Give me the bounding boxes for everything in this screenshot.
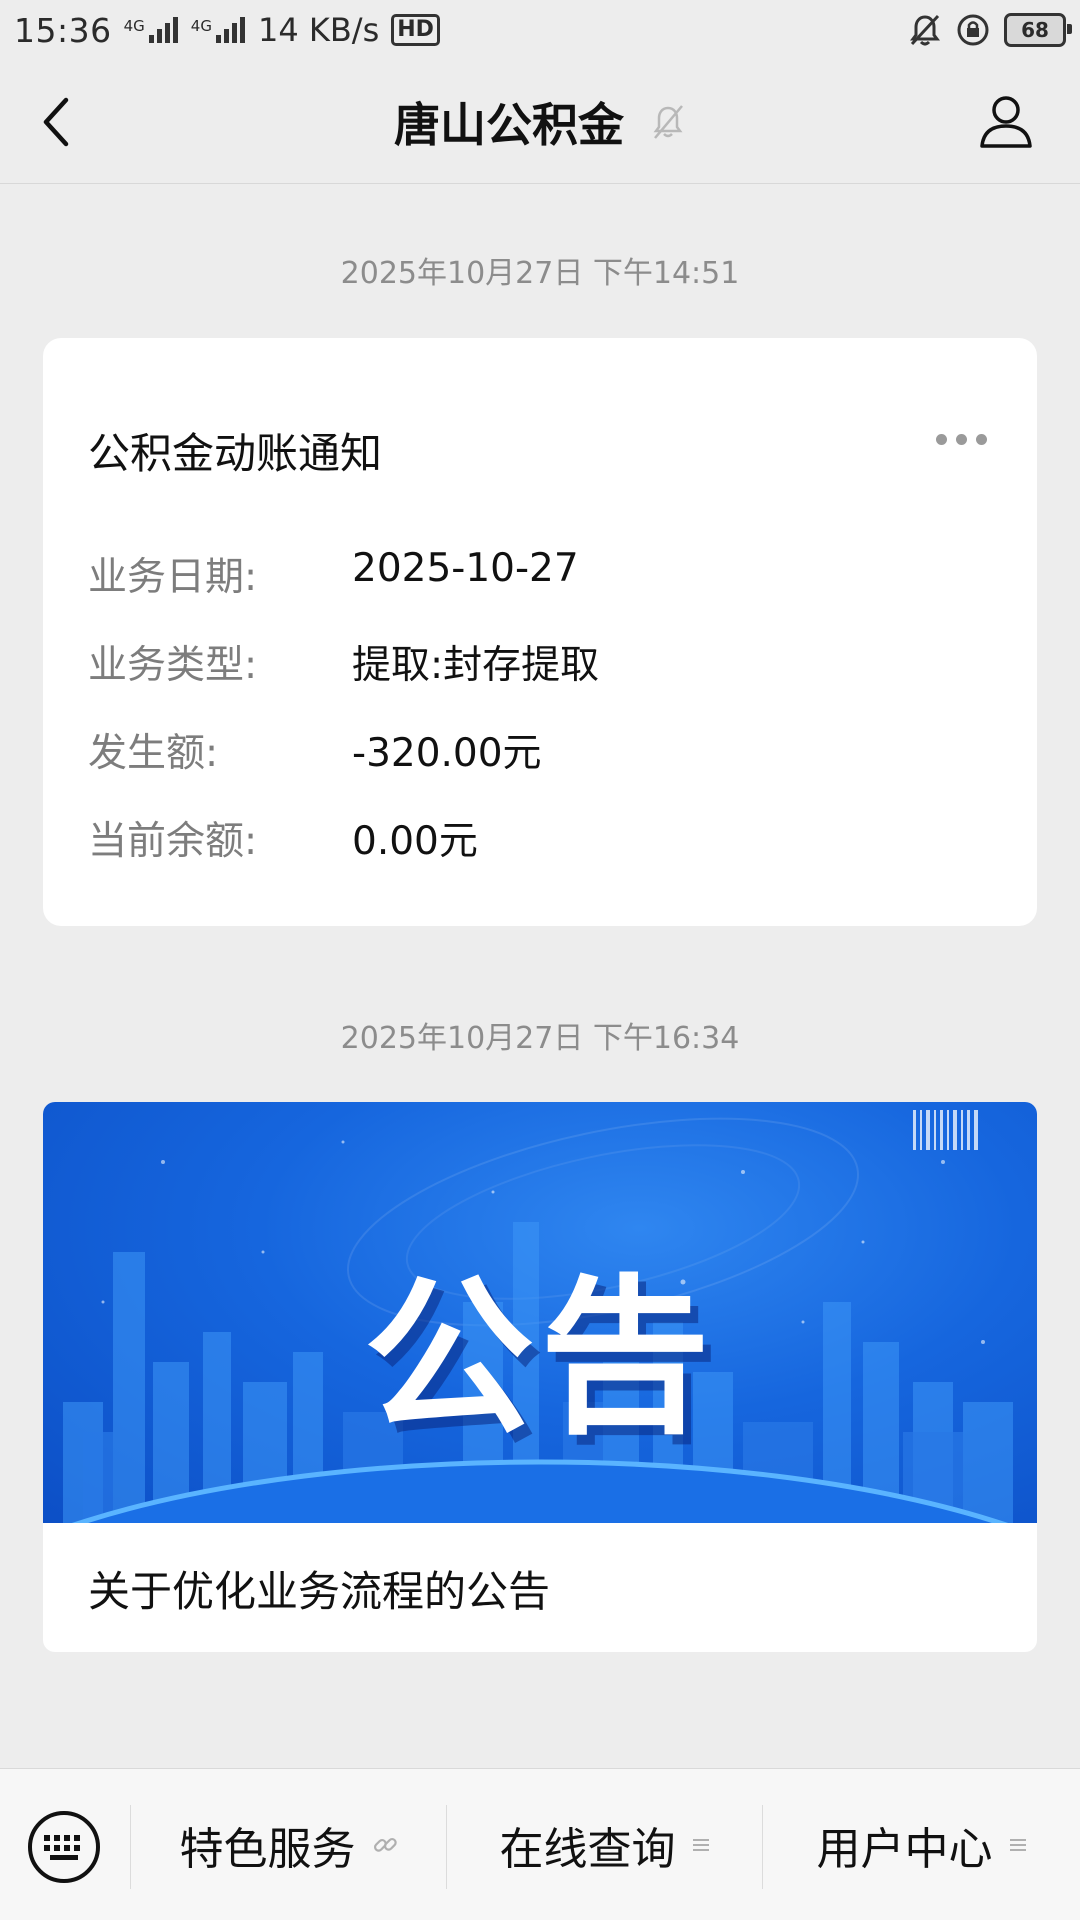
menu-lines-icon <box>692 1836 710 1854</box>
more-dot <box>976 434 987 445</box>
message-timestamp: 2025年10月27日 下午16:34 <box>340 1021 740 1056</box>
account-notice-card[interactable]: 公积金动账通知 业务日期: 2025-10-27 业务类型: 提取:封存提取 发… <box>43 338 1037 926</box>
menu-item-user-center[interactable]: 用户中心 <box>763 1769 1080 1920</box>
signal-bars-icon <box>215 17 245 43</box>
more-options-icon[interactable] <box>932 424 991 455</box>
link-icon <box>372 1832 398 1858</box>
menu-item-online-query[interactable]: 在线查询 <box>447 1769 762 1920</box>
mute-bell-icon <box>910 14 940 46</box>
field-value: 提取:封存提取 <box>352 643 600 688</box>
status-bar-right: 68 <box>908 13 1072 47</box>
signal-bars-icon <box>148 17 178 43</box>
field-label: 业务日期: <box>88 555 258 600</box>
menu-item-label: 用户中心 <box>816 1824 993 1875</box>
status-bar-left: 15:36 4G 4G 14 KB/s HD <box>14 11 440 50</box>
mute-notification-icon <box>653 105 683 139</box>
field-label: 当前余额: <box>88 819 258 864</box>
nav-title-group: 唐山公积金 <box>0 60 1080 184</box>
field-balance: 当前余额: 0.00元 <box>88 810 478 866</box>
bottom-menu: 特色服务 在线查询 用户中心 <box>0 1768 1080 1920</box>
page-title: 唐山公积金 <box>394 98 624 152</box>
menu-item-label: 在线查询 <box>499 1824 676 1875</box>
network-label-1: 4G <box>123 17 145 35</box>
announcement-banner: 公告 <box>43 1102 1037 1523</box>
menu-item-label: 特色服务 <box>179 1824 356 1875</box>
field-business-type: 业务类型: 提取:封存提取 <box>88 634 599 690</box>
more-dot <box>956 434 967 445</box>
field-value: 2025-10-27 <box>352 546 579 591</box>
announcement-article-card[interactable]: 公告 关于优化业务流程的公告 <box>43 1102 1037 1652</box>
field-value: 0.00元 <box>352 819 478 864</box>
network-label-2: 4G <box>190 17 212 35</box>
status-bar: 15:36 4G 4G 14 KB/s HD 68 <box>0 0 1080 60</box>
hd-badge: HD <box>391 14 440 46</box>
status-time: 15:36 <box>14 10 112 50</box>
rotation-lock-icon <box>957 14 989 46</box>
field-value: -320.00元 <box>352 731 542 776</box>
screen: 15:36 4G 4G 14 KB/s HD 68 唐山公积金 2025年10月… <box>0 0 1080 1920</box>
menu-item-special-services[interactable]: 特色服务 <box>131 1769 446 1920</box>
profile-icon[interactable] <box>976 90 1036 150</box>
network-speed: 14 KB/s <box>257 11 380 49</box>
message-timestamp: 2025年10月27日 下午14:51 <box>340 256 740 291</box>
signal-icon-2: 4G <box>191 17 246 43</box>
article-title: 关于优化业务流程的公告 <box>88 1567 551 1616</box>
field-amount: 发生额: -320.00元 <box>88 722 542 778</box>
menu-lines-icon <box>1009 1836 1027 1854</box>
more-dot <box>936 434 947 445</box>
card-title: 公积金动账通知 <box>88 429 383 478</box>
nav-bar: 唐山公积金 <box>0 60 1080 184</box>
battery-icon: 68 <box>1004 13 1072 47</box>
field-business-date: 业务日期: 2025-10-27 <box>88 546 579 602</box>
signal-icon: 4G <box>124 17 179 43</box>
banner-text: 公告 <box>363 1260 716 1458</box>
field-label: 发生额: <box>88 731 219 776</box>
keyboard-icon[interactable] <box>26 1809 102 1885</box>
field-label: 业务类型: <box>88 643 258 688</box>
